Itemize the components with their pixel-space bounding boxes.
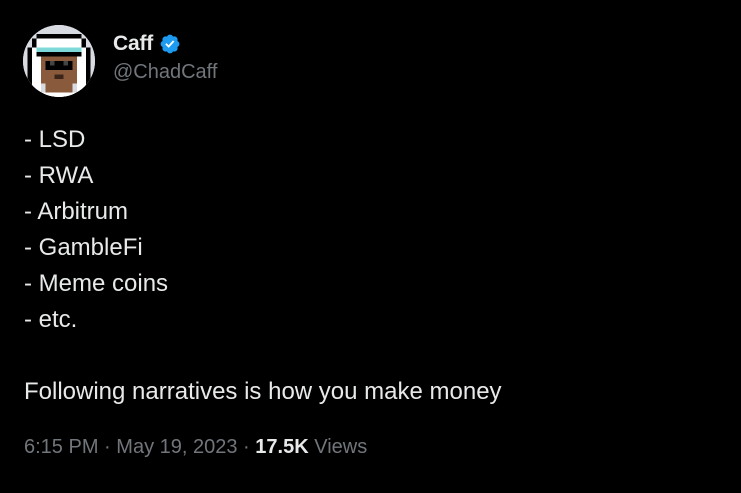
tweet-line: - etc. <box>24 306 78 333</box>
views-count: 17.5K <box>255 436 309 458</box>
pixel-punk-avatar-icon <box>23 25 95 97</box>
author-handle[interactable]: @ChadCaff <box>113 61 217 84</box>
tweet-date[interactable]: May 19, 2023 <box>116 436 237 458</box>
avatar[interactable] <box>23 25 95 97</box>
tweet-line: - LSD <box>24 126 86 153</box>
tweet-closing-line: Following narratives is how you make mon… <box>24 378 502 405</box>
author-name-row: Caff <box>113 31 181 57</box>
tweet-line: - GambleFi <box>24 234 143 261</box>
verified-badge-icon[interactable] <box>159 33 181 55</box>
tweet-card: Caff @ChadCaff - LSD - RWA - Arbitrum - … <box>0 0 741 493</box>
tweet-line: - Arbitrum <box>24 198 129 225</box>
tweet-meta: 6:15 PM · May 19, 2023 · 17.5K Views <box>24 436 367 459</box>
meta-separator: · <box>243 436 250 458</box>
tweet-line: - RWA <box>24 162 94 189</box>
views-label: Views <box>314 436 368 458</box>
tweet-line: - Meme coins <box>24 270 169 297</box>
meta-separator: · <box>104 436 111 458</box>
author-display-name[interactable]: Caff <box>113 32 153 56</box>
tweet-time[interactable]: 6:15 PM <box>24 436 98 458</box>
tweet-text: - LSD - RWA - Arbitrum - GambleFi - Meme… <box>24 122 724 410</box>
